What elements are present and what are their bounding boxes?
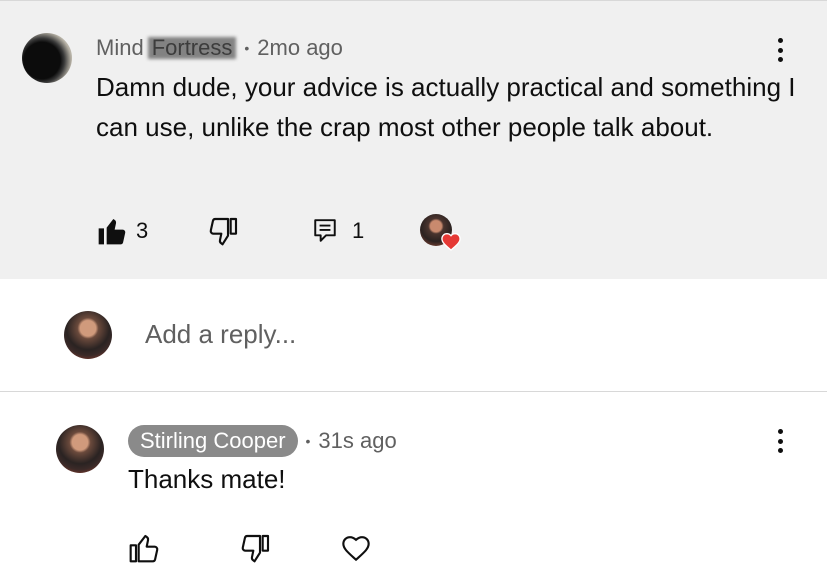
- reply-input-row: Add a reply...: [0, 279, 827, 392]
- comment-text: Damn dude, your advice is actually pract…: [96, 72, 796, 142]
- author-name-redacted: Fortress: [148, 35, 237, 61]
- comment-timestamp[interactable]: 2mo ago: [257, 35, 343, 61]
- reply-button[interactable]: 1: [312, 215, 364, 247]
- reply-author-badge[interactable]: Stirling Cooper: [128, 425, 298, 457]
- heart-outline-icon: [342, 536, 370, 562]
- reply-more-options-icon[interactable]: [768, 426, 792, 456]
- avatar[interactable]: [22, 33, 72, 83]
- separator-dot: •: [244, 40, 250, 56]
- dislike-button[interactable]: [208, 215, 240, 247]
- reply-count: 1: [352, 218, 365, 243]
- reply-author-avatar[interactable]: [56, 425, 104, 473]
- heart-icon: [441, 233, 461, 251]
- separator-dot: •: [305, 433, 311, 449]
- author-name-visible: Mind: [96, 35, 144, 60]
- reply-header: Stirling Cooper • 31s ago: [128, 425, 397, 457]
- thumbs-down-icon: [241, 534, 270, 563]
- comment-thread-item: Mind Fortress • 2mo ago Damn dude, your a…: [0, 0, 827, 279]
- reply-heart-button[interactable]: [340, 532, 372, 562]
- user-avatar: [64, 311, 112, 359]
- reply-text: Thanks mate!: [128, 464, 286, 494]
- like-count: 3: [136, 218, 149, 243]
- thumbs-down-icon: [209, 217, 238, 246]
- reply-timestamp[interactable]: 31s ago: [318, 428, 396, 454]
- reply-dislike-button[interactable]: [240, 532, 272, 564]
- reply-like-button[interactable]: [128, 532, 160, 564]
- creator-heart-badge: [420, 214, 464, 254]
- comment-author[interactable]: Mind Fortress: [96, 35, 236, 61]
- thumbs-up-icon: [129, 534, 159, 563]
- comment-header: Mind Fortress • 2mo ago: [96, 35, 343, 61]
- more-options-icon[interactable]: [768, 35, 792, 65]
- like-button[interactable]: 3: [96, 215, 148, 247]
- add-reply-input[interactable]: Add a reply...: [145, 319, 296, 350]
- comment-reply-icon: [314, 219, 336, 242]
- thumbs-up-filled-icon: [98, 219, 126, 245]
